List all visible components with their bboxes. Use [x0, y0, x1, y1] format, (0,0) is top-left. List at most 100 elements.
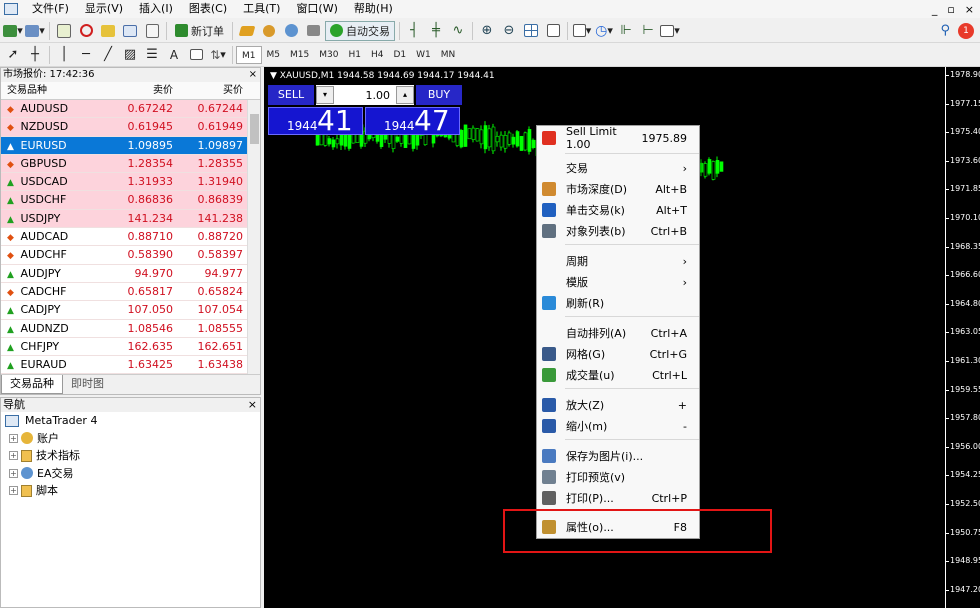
arrows-button[interactable]: ⇅ ▾	[208, 45, 228, 65]
nav-item-accounts[interactable]: + 账户	[1, 430, 260, 448]
table-row[interactable]: ▲ USDCAD 1.31933 1.31940	[1, 173, 260, 192]
horizontal-line-button[interactable]: ─	[76, 45, 96, 65]
context-menu-item[interactable]: 模版 ›	[537, 272, 699, 292]
fibonacci-button[interactable]: ☰	[142, 45, 162, 65]
nav-item-indicators[interactable]: + 技术指标	[1, 447, 260, 465]
tester-button[interactable]	[142, 21, 162, 41]
line-chart-button[interactable]: ∿	[448, 21, 468, 41]
col-bid[interactable]: 卖价	[105, 82, 173, 99]
channel-button[interactable]: ▨	[120, 45, 140, 65]
context-menu-item[interactable]: 缩小(m) -	[537, 416, 699, 436]
text-label-button[interactable]	[186, 45, 206, 65]
text-button[interactable]: A	[164, 45, 184, 65]
data-window-button[interactable]	[76, 21, 96, 41]
nav-item-experts[interactable]: + EA交易	[1, 465, 260, 483]
context-menu-item[interactable]: Sell Limit 1.00 1975.89	[537, 125, 699, 151]
signals-button[interactable]	[259, 21, 279, 41]
tf-m15[interactable]: M15	[285, 46, 314, 64]
table-row[interactable]: ◆ AUDCHF 0.58390 0.58397	[1, 246, 260, 265]
table-row[interactable]: ▲ USDJPY 141.234 141.238	[1, 209, 260, 229]
lot-decrease-button[interactable]: ▾	[316, 86, 334, 104]
profiles-button[interactable]: ▾	[25, 21, 45, 41]
context-menu-item[interactable]: 对象列表(b) Ctrl+B	[537, 221, 699, 241]
col-ask[interactable]: 买价	[173, 82, 243, 99]
table-row[interactable]: ◆ GBPUSD 1.28354 1.28355	[1, 154, 260, 174]
menu-tools[interactable]: 工具(T)	[235, 0, 288, 18]
buy-button[interactable]: BUY	[416, 85, 462, 105]
close-button[interactable]: ×	[965, 3, 974, 16]
navigator-button[interactable]	[98, 21, 118, 41]
table-row[interactable]: ◆ CADCHF 0.65817 0.65824	[1, 282, 260, 302]
buy-price-box[interactable]: 1944 47	[365, 104, 460, 137]
tf-m30[interactable]: M30	[314, 46, 343, 64]
table-row[interactable]: ▲ CHFJPY 162.635 162.651	[1, 337, 260, 357]
table-row[interactable]: ▲ CADJPY 107.050 107.054	[1, 301, 260, 320]
menu-charts[interactable]: 图表(C)	[181, 0, 235, 18]
context-menu-item[interactable]: 单击交易(k) Alt+T	[537, 200, 699, 220]
menu-window[interactable]: 窗口(W)	[288, 0, 345, 18]
context-menu-item[interactable]: 成交量(u) Ctrl+L	[537, 365, 699, 385]
price-axis[interactable]: 1978.90 1977.15 1975.40 1973.60 1971.85 1970.…	[944, 67, 980, 608]
search-icon[interactable]: ⚲	[940, 23, 950, 38]
terminal-button[interactable]	[120, 21, 140, 41]
tf-m1[interactable]: M1	[236, 45, 262, 64]
trendline-button[interactable]: ╱	[98, 45, 118, 65]
tf-h1[interactable]: H1	[343, 46, 366, 64]
templates-button[interactable]: ⊩	[616, 21, 636, 41]
context-menu-item[interactable]: 打印(P)... Ctrl+P	[537, 488, 699, 508]
context-menu-item[interactable]: 刷新(R)	[537, 293, 699, 313]
lot-size-value[interactable]: 1.00	[334, 89, 396, 102]
context-menu-item[interactable]: 交易 ›	[537, 158, 699, 178]
market-watch-button[interactable]	[54, 21, 74, 41]
close-icon[interactable]: ×	[249, 68, 257, 82]
new-order-button[interactable]: 新订单	[171, 21, 228, 41]
template-list-button[interactable]: ▾	[660, 21, 680, 41]
context-menu-item[interactable]: 自动排列(A) Ctrl+A	[537, 323, 699, 343]
experts-button[interactable]	[281, 21, 301, 41]
col-symbol[interactable]: 交易品种	[1, 82, 105, 99]
restore-button[interactable]: ▫	[947, 3, 954, 16]
zoom-out-button[interactable]: ⊖	[499, 21, 519, 41]
tf-m5[interactable]: M5	[262, 46, 286, 64]
lot-increase-button[interactable]: ▴	[396, 86, 414, 104]
tab-symbols[interactable]: 交易品种	[1, 375, 63, 394]
auto-trading-button[interactable]: 自动交易	[325, 20, 395, 41]
sell-price-box[interactable]: 1944 41	[268, 104, 363, 137]
menu-insert[interactable]: 插入(I)	[131, 0, 181, 18]
tf-w1[interactable]: W1	[411, 46, 436, 64]
tile-windows-button[interactable]	[521, 21, 541, 41]
options-button[interactable]	[303, 21, 323, 41]
tf-mn[interactable]: MN	[436, 46, 461, 64]
table-row[interactable]: ▲ AUDJPY 94.970 94.977	[1, 264, 260, 283]
table-row[interactable]: ▲ USDCHF 0.86836 0.86839	[1, 191, 260, 210]
periods-button[interactable]: ◷ ▾	[594, 21, 614, 41]
menu-file[interactable]: 文件(F)	[24, 0, 77, 18]
context-menu-item[interactable]: 周期 ›	[537, 251, 699, 271]
table-row[interactable]: ▲ EURAUD 1.63425 1.63438	[1, 356, 260, 375]
cursor-button[interactable]: ➚	[3, 45, 23, 65]
zoom-in-button[interactable]: ⊕	[477, 21, 497, 41]
context-menu-item[interactable]: 打印预览(v)	[537, 467, 699, 487]
lot-size-field[interactable]: ▾ 1.00 ▴	[316, 85, 414, 105]
meta-editor-button[interactable]	[237, 21, 257, 41]
notification-icon[interactable]: 1	[958, 22, 974, 39]
close-icon[interactable]: ×	[248, 398, 257, 412]
chart-shift-button[interactable]	[543, 21, 563, 41]
period-ticks-button[interactable]: ⊢	[638, 21, 658, 41]
crosshair-button[interactable]: ┼	[25, 45, 45, 65]
table-row[interactable]: ▲ EURUSD 1.09895 1.09897	[1, 136, 260, 155]
new-chart-button[interactable]: ▾	[3, 21, 23, 41]
menu-help[interactable]: 帮助(H)	[346, 0, 401, 18]
tf-d1[interactable]: D1	[388, 46, 411, 64]
table-row[interactable]: ▲ AUDNZD 1.08546 1.08555	[1, 319, 260, 338]
market-watch-scrollbar[interactable]	[247, 100, 260, 374]
nav-root[interactable]: MetaTrader 4	[1, 412, 260, 430]
minimize-button[interactable]: _	[932, 3, 938, 16]
sell-button[interactable]: SELL	[268, 85, 314, 105]
table-row[interactable]: ◆ AUDCAD 0.88710 0.88720	[1, 228, 260, 247]
bar-chart-button[interactable]: ┤	[404, 21, 424, 41]
tf-h4[interactable]: H4	[366, 46, 389, 64]
table-row[interactable]: ◆ AUDUSD 0.67242 0.67244	[1, 100, 260, 119]
vertical-line-button[interactable]: │	[54, 45, 74, 65]
context-menu-item[interactable]: 市场深度(D) Alt+B	[537, 179, 699, 199]
